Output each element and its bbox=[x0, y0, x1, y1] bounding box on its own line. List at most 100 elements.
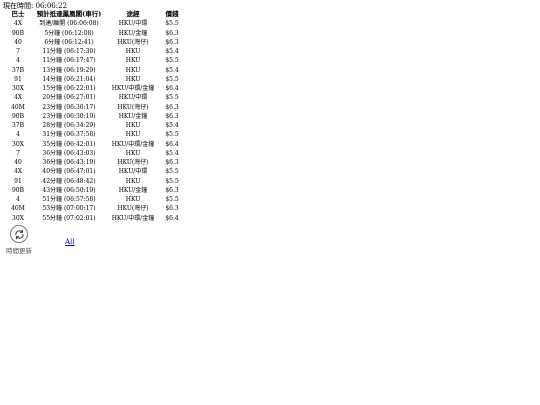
table-row: 91 14分鐘 (06:21:04) HKU $5.5 bbox=[3, 75, 183, 84]
cell-bus: 30X bbox=[12, 140, 24, 148]
table-row: 40M 53分鐘 (07:00:17) HKU(灣仔) $6.3 bbox=[3, 204, 183, 213]
cell-route: HKU bbox=[125, 48, 141, 55]
cell-bus: 4X bbox=[13, 20, 23, 28]
table-row: 7 36分鐘 (06:43:03) HKU $5.4 bbox=[3, 149, 183, 158]
cell-bus: 7 bbox=[16, 48, 20, 55]
table-row: 4X 40分鐘 (06:47:01) HKU/中環 $5.5 bbox=[3, 167, 183, 176]
cell-route: HKU bbox=[125, 66, 141, 74]
cell-bus: 40 bbox=[14, 159, 22, 166]
cell-fare: $6.3 bbox=[165, 38, 179, 46]
table-row: 91 42分鐘 (06:48:42) HKU $5.5 bbox=[3, 177, 183, 186]
eta-table: 巴士 預計抵達鳳凰閣(車行) 途經 價錢 4X 到達/離開 (06:06:08) H… bbox=[3, 10, 183, 223]
cell-fare: $5.5 bbox=[165, 94, 179, 102]
cell-fare: $5.5 bbox=[165, 57, 179, 65]
cell-fare: $5.5 bbox=[165, 177, 179, 185]
table-row: 37B 13分鐘 (06:19:29) HKU $5.4 bbox=[3, 66, 183, 75]
header-bus: 巴士 bbox=[11, 10, 25, 18]
cell-route: HKU/中環/金鐘 bbox=[111, 85, 155, 92]
cell-route: HKU(灣仔) bbox=[117, 38, 149, 46]
cell-fare: $5.4 bbox=[165, 149, 179, 157]
cell-fare: $5.5 bbox=[165, 168, 179, 176]
refresh-icon bbox=[14, 229, 24, 239]
cell-route: HKU bbox=[125, 131, 141, 139]
cell-bus: 90B bbox=[11, 29, 25, 37]
cell-route: HKU bbox=[125, 149, 141, 157]
cell-eta: 36分鐘 (06:43:03) bbox=[42, 149, 96, 157]
cell-fare: $6.3 bbox=[165, 159, 179, 166]
cell-bus: 4X bbox=[13, 94, 23, 102]
cell-route: HKU bbox=[125, 75, 141, 83]
all-link[interactable]: All bbox=[65, 238, 75, 247]
cell-fare: $5.5 bbox=[165, 131, 179, 139]
cell-fare: $5.4 bbox=[165, 122, 179, 129]
cell-fare: $6.3 bbox=[165, 186, 179, 194]
cell-route: HKU(灣仔) bbox=[117, 159, 149, 166]
header-fare: 價錢 bbox=[165, 10, 179, 18]
cell-route: HKU bbox=[125, 122, 141, 129]
cell-fare: $5.5 bbox=[165, 75, 179, 83]
cell-route: HKU bbox=[125, 177, 141, 185]
eta-table-body: 4X 到達/離開 (06:06:08) HKU/中環 $5.5 90B 5分鐘 (06:1… bbox=[3, 19, 183, 223]
cell-route: HKU/中環/金鐘 bbox=[111, 214, 155, 222]
table-row: 30X 55分鐘 (07:02:01) HKU/中環/金鐘 $6.4 bbox=[3, 214, 183, 223]
cell-eta: 28分鐘 (06:34:29) bbox=[42, 122, 96, 129]
cell-bus: 90B bbox=[11, 112, 25, 120]
cell-bus: 37B bbox=[11, 122, 25, 129]
refresh-button[interactable] bbox=[10, 225, 28, 243]
cell-bus: 30X bbox=[12, 85, 24, 92]
cell-route: HKU/金鐘 bbox=[118, 186, 148, 194]
header-route: 途經 bbox=[126, 10, 140, 18]
cell-eta: 51分鐘 (06:57:58) bbox=[42, 196, 96, 203]
cell-bus: 91 bbox=[14, 75, 22, 83]
cell-eta: 55分鐘 (07:02:01) bbox=[42, 214, 96, 222]
cell-route: HKU(灣仔) bbox=[117, 103, 149, 111]
cell-eta: 5分鐘 (06:12:08) bbox=[44, 29, 94, 37]
cell-fare: $6.4 bbox=[165, 140, 179, 148]
table-row: 7 11分鐘 (06:17:30) HKU $5.4 bbox=[3, 47, 183, 56]
cell-eta: 15分鐘 (06:22:01) bbox=[42, 85, 96, 92]
table-row: 90B 23分鐘 (06:30:19) HKU/金鐘 $6.3 bbox=[3, 112, 183, 121]
cell-bus: 4 bbox=[16, 196, 20, 203]
cell-fare: $5.4 bbox=[165, 66, 179, 74]
cell-eta: 20分鐘 (06:27:01) bbox=[42, 94, 96, 102]
cell-fare: $5.5 bbox=[165, 20, 179, 28]
cell-route: HKU/金鐘 bbox=[118, 112, 148, 120]
table-row: 4X 到達/離開 (06:06:08) HKU/中環 $5.5 bbox=[3, 19, 183, 28]
cell-bus: 91 bbox=[14, 177, 22, 185]
cell-fare: $6.4 bbox=[165, 85, 179, 92]
cell-route: HKU bbox=[125, 57, 141, 65]
table-header-row: 巴士 預計抵達鳳凰閣(車行) 途經 價錢 bbox=[3, 10, 183, 19]
table-row: 90B 5分鐘 (06:12:08) HKU/金鐘 $6.3 bbox=[3, 29, 183, 38]
refresh-label: 時間更新 bbox=[6, 247, 32, 255]
table-row: 40M 23分鐘 (06:30:17) HKU(灣仔) $6.3 bbox=[3, 103, 183, 112]
cell-fare: $5.4 bbox=[165, 48, 179, 55]
cell-fare: $5.5 bbox=[165, 196, 179, 203]
table-row: 40 36分鐘 (06:43:19) HKU(灣仔) $6.3 bbox=[3, 158, 183, 167]
cell-eta: 40分鐘 (06:47:01) bbox=[42, 168, 96, 176]
cell-eta: 11分鐘 (06:17:47) bbox=[42, 57, 96, 65]
cell-route: HKU bbox=[125, 196, 141, 203]
cell-eta: 到達/離開 (06:06:08) bbox=[39, 20, 99, 28]
cell-bus: 40 bbox=[14, 38, 22, 46]
cell-eta: 53分鐘 (07:00:17) bbox=[42, 205, 96, 213]
header-eta: 預計抵達鳳凰閣(車行) bbox=[36, 10, 102, 18]
table-row: 4 11分鐘 (06:17:47) HKU $5.5 bbox=[3, 56, 183, 65]
cell-bus: 37B bbox=[11, 66, 25, 74]
table-row: 4 51分鐘 (06:57:58) HKU $5.5 bbox=[3, 195, 183, 204]
table-row: 4 31分鐘 (06:37:58) HKU $5.5 bbox=[3, 130, 183, 139]
table-row: 4X 20分鐘 (06:27:01) HKU/中環 $5.5 bbox=[3, 93, 183, 102]
cell-route: HKU/中環/金鐘 bbox=[111, 140, 155, 148]
table-row: 90B 43分鐘 (06:50:19) HKU/金鐘 $6.3 bbox=[3, 186, 183, 195]
cell-fare: $6.3 bbox=[165, 29, 179, 37]
cell-bus: 40M bbox=[11, 103, 25, 111]
cell-eta: 6分鐘 (06:12:41) bbox=[44, 38, 94, 46]
cell-bus: 40M bbox=[11, 205, 25, 213]
cell-bus: 7 bbox=[16, 149, 20, 157]
cell-eta: 35分鐘 (06:42:01) bbox=[42, 140, 96, 148]
cell-bus: 90B bbox=[11, 186, 25, 194]
cell-fare: $6.3 bbox=[165, 103, 179, 111]
cell-eta: 36分鐘 (06:43:19) bbox=[42, 159, 96, 166]
cell-route: HKU/中環 bbox=[118, 94, 148, 102]
cell-eta: 14分鐘 (06:21:04) bbox=[42, 75, 96, 83]
table-row: 30X 35分鐘 (06:42:01) HKU/中環/金鐘 $6.4 bbox=[3, 140, 183, 149]
